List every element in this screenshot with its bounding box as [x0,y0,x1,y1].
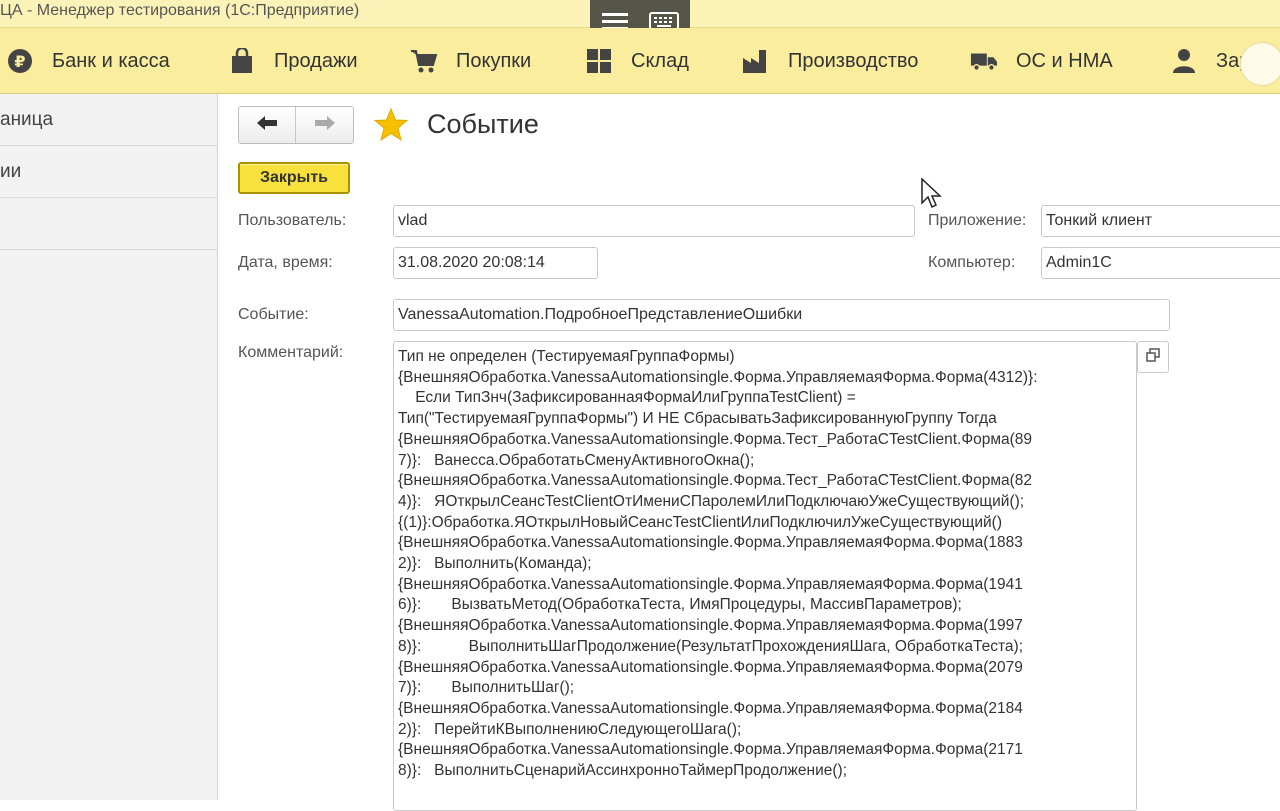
comment-line: {ВнешняяОбработка.VanessaAutomationsingl… [398,741,1023,759]
window-title: ЦА - Менеджер тестирования (1С:Предприят… [0,2,360,19]
comment-line: {ВнешняяОбработка.VanessaAutomationsingl… [398,430,1033,448]
comment-label: Комментарий: [238,344,344,361]
section-bank[interactable]: ₽ Банк и касса [6,28,170,94]
section-label: Покупки [456,49,532,72]
arrow-left-icon [256,115,278,136]
comment-line: Если ТипЗнч(ЗафиксированнаяФормаИлиГрупп… [398,389,856,407]
open-in-window-button[interactable] [1137,341,1169,373]
comment-line: {ВнешняяОбработка.VanessaAutomationsingl… [398,617,1023,635]
shopping-bag-icon [228,47,256,75]
open-windows-panel: аница ии [0,94,218,800]
panel-item[interactable] [0,198,217,250]
sections-panel: ₽ Банк и касса Продажи Покупки Склад Про… [0,28,1280,94]
computer-field[interactable]: Admin1C [1041,247,1280,279]
section-label: Склад [631,49,689,72]
panel-item[interactable]: аница [0,94,217,146]
close-button[interactable]: Закрыть [238,162,350,194]
datetime-label: Дата, время: [238,254,333,271]
comment-line: {ВнешняяОбработка.VanessaAutomationsingl… [398,699,1023,717]
section-warehouse[interactable]: Склад [585,28,689,94]
comment-line: {ВнешняяОбработка.VanessaAutomationsingl… [398,534,1023,552]
window-titlebar: ЦА - Менеджер тестирования (1С:Предприят… [0,0,1280,43]
panel-item[interactable]: ии [0,146,217,198]
forward-button[interactable] [296,107,353,143]
comment-line: 4)}: ЯОткрылСеансTestClientОтИмениСПарол… [398,492,1025,510]
computer-label: Компьютер: [928,254,1016,271]
datetime-field[interactable]: 31.08.2020 20:08:14 [393,247,598,279]
arrow-right-icon [314,115,336,136]
application-field[interactable]: Тонкий клиент [1041,205,1280,237]
form-title: Событие [427,109,539,139]
section-label: Производство [788,49,919,72]
navigation-buttons [238,106,354,144]
section-production[interactable]: Производство [742,28,918,94]
user-label: Пользователь: [238,212,347,229]
comment-line: 6)}: ВызватьМетод(ОбработкаТеста, ИмяПро… [398,596,962,614]
section-label: ОС и НМА [1016,49,1113,72]
comment-line: Тип("ТестируемаяГруппаФормы") И НЕ Сбрас… [398,410,997,428]
comment-line: 7)}: ВыполнитьШаг(); [398,679,575,697]
section-sales[interactable]: Продажи [228,28,358,94]
svg-text:₽: ₽ [14,52,25,71]
person-icon [1170,47,1198,75]
section-label: Банк и касса [52,49,170,72]
back-button[interactable] [239,107,297,143]
mouse-cursor-icon [921,177,943,210]
truck-icon [970,47,998,75]
user-field[interactable]: vlad [393,205,915,237]
comment-line: 2)}: ПерейтиКВыполнениюСледующегоШага(); [398,720,742,738]
factory-icon [742,47,770,75]
event-form: Событие Закрыть Пользователь: vlad Прило… [219,94,1280,811]
event-label: Событие: [238,306,309,323]
comment-line: 2)}: Выполнить(Команда); [398,555,592,573]
comment-line: 8)}: ВыполнитьШагПродолжение(РезультатПр… [398,637,1023,655]
comment-field[interactable]: Тип не определен (ТестируемаяГруппаФормы… [393,341,1137,811]
favorite-star-icon[interactable] [373,107,409,143]
comment-line: {ВнешняяОбработка.VanessaAutomationsingl… [398,575,1023,593]
section-purchases[interactable]: Покупки [410,28,531,94]
section-label: Продажи [274,49,358,72]
comment-line: {ВнешняяОбработка.VanessaAutomationsingl… [398,368,1038,386]
comment-line: 8)}: ВыполнитьСценарийАссинхронноТаймерП… [398,762,848,780]
section-fixed-assets[interactable]: ОС и НМА [970,28,1113,94]
expand-icon [1145,347,1161,368]
comment-line: {(1)}:Обработка.ЯОткрылНовыйСеансTestCli… [398,513,1003,531]
comment-line: {ВнешняяОбработка.VanessaAutomationsingl… [398,658,1023,676]
function-menu-button[interactable] [1240,42,1280,86]
event-field[interactable]: VanessaAutomation.ПодробноеПредставление… [393,299,1170,331]
grid-icon [585,47,613,75]
comment-line: 7)}: Ванесса.ОбработатьСменуАктивногоОкн… [398,451,755,469]
comment-line: {ВнешняяОбработка.VanessaAutomationsingl… [398,472,1033,490]
ruble-icon: ₽ [6,47,34,75]
application-label: Приложение: [928,212,1027,229]
comment-line: Тип не определен (ТестируемаяГруппаФормы… [398,348,735,365]
cart-icon [410,47,438,75]
